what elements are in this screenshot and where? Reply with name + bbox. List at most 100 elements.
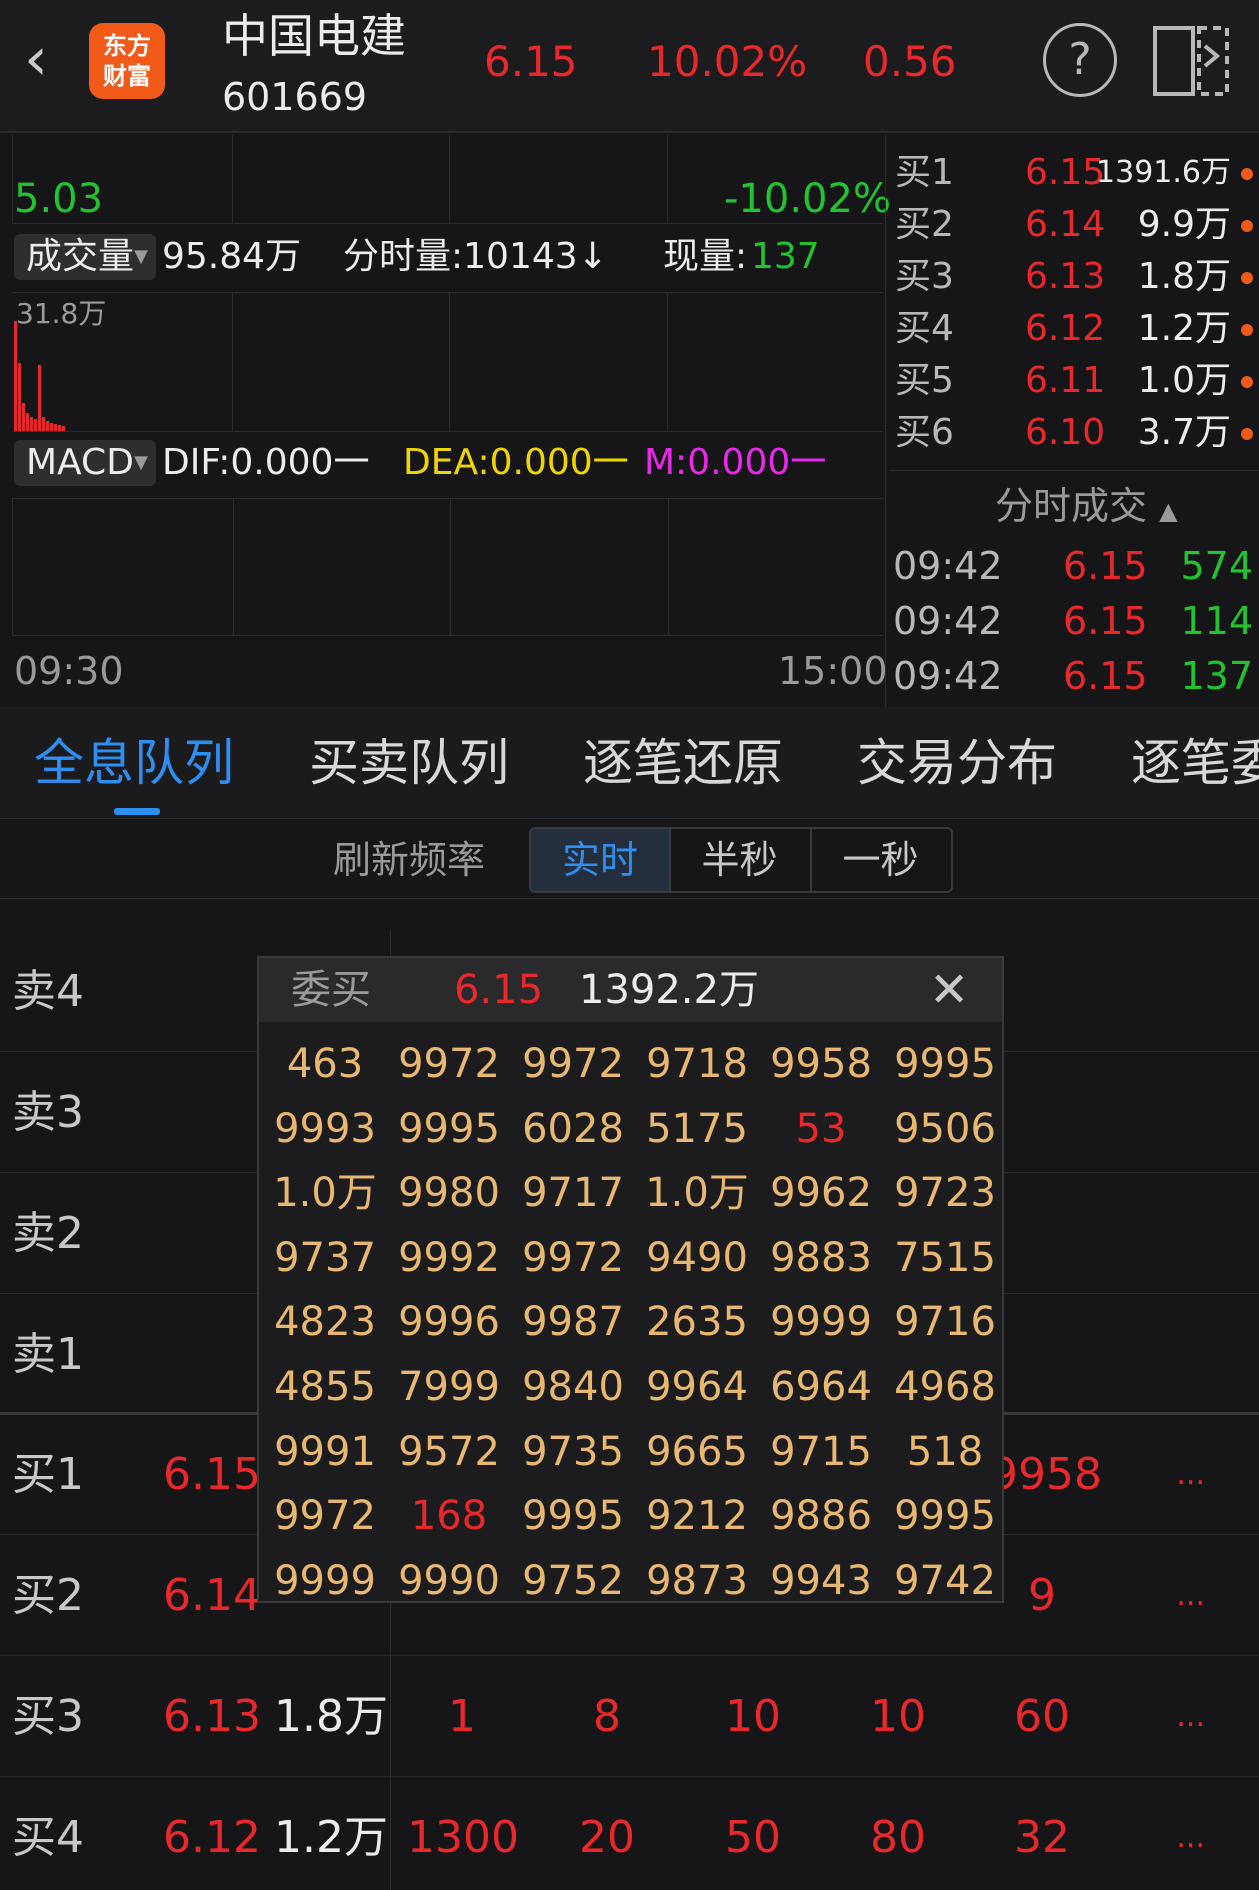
refresh-label: 刷新频率 <box>333 838 486 882</box>
bid-queue-popup: 委买 6.15 1392.2万 ✕ 463 9972 9972 9718 9958 999… <box>257 956 1004 1604</box>
bid-quote-row[interactable]: 买3 6.13 1.8万 <box>893 251 1259 303</box>
buy-row[interactable]: 买4 6.12 1.2万 1300 20 50 80 32 ... <box>0 1778 1259 1890</box>
queue-order-cell: 9506 <box>894 1105 996 1152</box>
ticks-header[interactable]: 分时成交 ▲ <box>995 480 1178 537</box>
queue-order-cell: 9972 <box>398 1041 500 1087</box>
queue-order-cell: 9715 <box>770 1428 872 1475</box>
queue-order-cell: 9987 <box>522 1299 624 1346</box>
queue-order-cell: 5175 <box>646 1105 748 1152</box>
queue-order-cell: 9943 <box>770 1557 872 1604</box>
tab-tick-orders[interactable]: 逐笔委 <box>1131 731 1259 795</box>
refresh-half-second-button[interactable]: 半秒 <box>669 827 812 893</box>
current-volume-value: 137 <box>751 236 820 277</box>
queue-order-cell: 463 <box>286 1041 364 1087</box>
change-percent: 10.02% <box>647 37 808 86</box>
queue-order-cell: 9958 <box>770 1041 872 1087</box>
tab-bid-ask-queue[interactable]: 买卖队列 <box>309 731 509 795</box>
queue-order-cell: 9752 <box>522 1557 624 1604</box>
popup-grid: 463 9972 9972 9718 9958 9995 9993 9995 6028 5175 5… <box>259 1032 1002 1604</box>
current-price: 6.15 <box>484 37 578 86</box>
bid-quote-row[interactable]: 买4 6.12 1.2万 <box>893 303 1259 355</box>
bid-quote-row[interactable]: 买1 6.15 1391.6万 <box>893 147 1259 199</box>
queue-order-cell: 9990 <box>398 1557 500 1604</box>
tick-row: 09:42 6.15 574 <box>893 544 1253 588</box>
queue-order-cell: 518 <box>906 1428 984 1475</box>
queue-order-cell: 9995 <box>894 1041 996 1087</box>
popup-header: 委买 6.15 1392.2万 ✕ <box>259 958 1002 1022</box>
order-dot-icon <box>1241 324 1253 336</box>
active-tab-indicator <box>114 808 160 815</box>
queue-order-cell: 9717 <box>522 1170 624 1217</box>
minute-volume: 分时量:10143↓ <box>343 236 608 277</box>
queue-order-cell: 9742 <box>894 1557 996 1604</box>
queue-order-cell: 9873 <box>646 1557 748 1604</box>
queue-order-cell: 9212 <box>646 1493 748 1540</box>
split-screen-icon[interactable] <box>1153 24 1229 96</box>
macd-indicator-select[interactable]: MACD ▼ <box>14 440 156 486</box>
tab-tick-restore[interactable]: 逐笔还原 <box>583 731 783 795</box>
tab-trade-distribution[interactable]: 交易分布 <box>857 731 1057 795</box>
app-logo: 东方 财富 <box>89 23 165 99</box>
buy-row[interactable]: 买3 6.13 1.8万 1 8 10 10 60 ... <box>0 1657 1259 1777</box>
caret-up-icon: ▲ <box>1159 497 1178 525</box>
bid-quote-row[interactable]: 买5 6.11 1.0万 <box>893 355 1259 407</box>
popup-price: 6.15 <box>454 967 544 1013</box>
chevron-down-icon: ▼ <box>134 246 148 267</box>
queue-order-cell: 9883 <box>770 1234 872 1281</box>
close-icon[interactable]: ✕ <box>929 958 969 1022</box>
queue-order-cell: 4855 <box>274 1364 376 1410</box>
queue-order-cell: 9964 <box>646 1364 748 1410</box>
logo-text-1: 东方 <box>103 32 151 60</box>
low-price-label: 5.03 <box>14 176 104 222</box>
refresh-realtime-button[interactable]: 实时 <box>529 827 671 893</box>
queue-order-cell: 9993 <box>274 1105 376 1152</box>
queue-order-cell: 9972 <box>522 1234 624 1281</box>
queue-order-cell: 9723 <box>894 1170 996 1217</box>
queue-order-cell: 9737 <box>274 1234 376 1281</box>
queue-order-cell: 7515 <box>894 1234 996 1281</box>
queue-order-cell: 9972 <box>274 1493 376 1540</box>
volume-panel: 31.8万 <box>12 292 883 432</box>
macd-panel <box>12 498 883 636</box>
tab-full-queue[interactable]: 全息队列 <box>34 731 234 795</box>
macd-m: M:0.000一 <box>644 442 827 483</box>
queue-order-cell: 9995 <box>522 1493 624 1540</box>
queue-order-cell: 9972 <box>522 1041 624 1087</box>
popup-title: 委买 <box>291 967 371 1013</box>
order-dot-icon <box>1241 376 1253 388</box>
time-axis-end: 15:00 <box>778 649 888 693</box>
order-dot-icon <box>1241 168 1253 180</box>
top-bar: ‹ 东方 财富 中国电建 601669 6.15 10.02% 0.56 ? <box>0 0 1259 133</box>
volume-selector-label: 成交量 <box>26 236 135 277</box>
queue-order-cell: 9490 <box>646 1234 748 1281</box>
change-amount: 0.56 <box>863 37 957 86</box>
bid-quote-row[interactable]: 买6 6.10 3.7万 <box>893 407 1259 459</box>
queue-order-cell: 9991 <box>274 1428 376 1475</box>
current-volume-label: 现量: <box>663 236 748 277</box>
queue-order-cell: 9886 <box>770 1493 872 1540</box>
order-dot-icon <box>1241 272 1253 284</box>
back-icon[interactable]: ‹ <box>24 24 48 94</box>
queue-order-cell: 9996 <box>398 1299 500 1346</box>
queue-order-cell: 7999 <box>398 1364 500 1410</box>
queue-order-cell: 1.0万 <box>273 1170 377 1217</box>
order-dot-icon <box>1241 220 1253 232</box>
popup-total: 1392.2万 <box>579 967 759 1013</box>
order-dot-icon <box>1241 428 1253 440</box>
total-volume: 95.84万 <box>162 236 302 277</box>
queue-order-cell: 9572 <box>398 1428 500 1475</box>
queue-order-cell: 4968 <box>894 1364 996 1410</box>
queue-order-cell: 9665 <box>646 1428 748 1475</box>
refresh-one-second-button[interactable]: 一秒 <box>810 827 953 893</box>
queue-order-cell: 53 <box>795 1105 847 1152</box>
queue-order-cell: 1.0万 <box>645 1170 749 1217</box>
queue-order-cell: 9840 <box>522 1364 624 1410</box>
queue-order-cell: 9995 <box>894 1493 996 1540</box>
tick-row: 09:42 6.15 114 <box>893 599 1253 643</box>
volume-indicator-select[interactable]: 成交量 ▼ <box>14 234 156 280</box>
macd-dif: DIF:0.000一 <box>162 442 370 483</box>
bid-quote-row[interactable]: 买2 6.14 9.9万 <box>893 199 1259 251</box>
queue-order-cell: 9980 <box>398 1170 500 1217</box>
queue-order-cell: 9999 <box>274 1557 376 1604</box>
help-icon[interactable]: ? <box>1043 23 1117 97</box>
